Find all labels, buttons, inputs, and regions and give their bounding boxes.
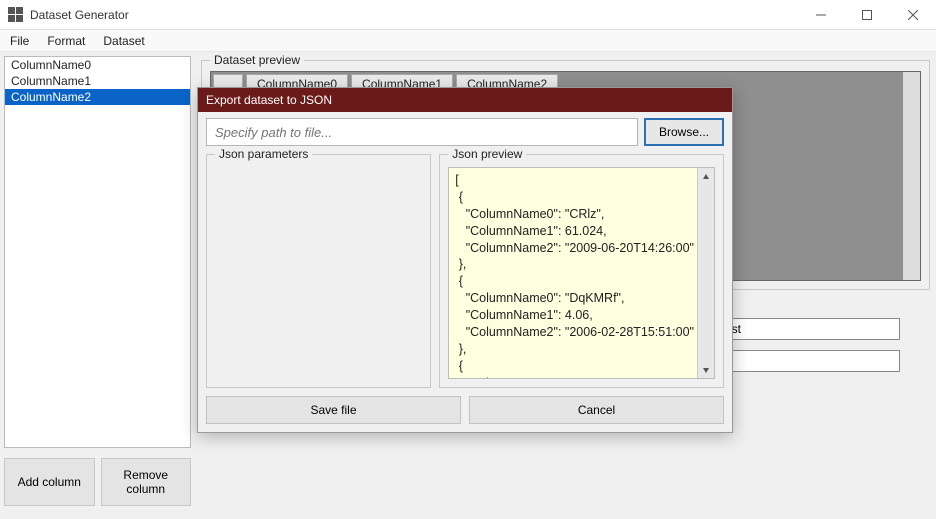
remove-column-button[interactable]: Remove column <box>101 458 192 506</box>
json-parameters-title: Json parameters <box>215 147 312 161</box>
property-field-2[interactable] <box>712 350 900 372</box>
dialog-title: Export dataset to JSON <box>198 88 732 112</box>
json-preview-scrollbar[interactable] <box>697 168 714 378</box>
column-list-item[interactable]: ColumnName2 <box>5 89 190 105</box>
left-panel: ColumnName0 ColumnName1 ColumnName2 Add … <box>0 52 195 519</box>
column-list-item[interactable]: ColumnName0 <box>5 57 190 73</box>
window-title: Dataset Generator <box>30 8 129 22</box>
app-icon <box>8 7 24 23</box>
json-preview-content: [ { "ColumnName0": "CRlz", "ColumnName1"… <box>455 173 694 379</box>
json-preview-text[interactable]: [ { "ColumnName0": "CRlz", "ColumnName1"… <box>448 167 715 379</box>
grid-scrollbar[interactable] <box>903 72 920 280</box>
close-button[interactable] <box>890 0 936 30</box>
scroll-down-icon[interactable] <box>698 361 714 378</box>
json-parameters-pane: Json parameters <box>206 154 431 388</box>
menu-file[interactable]: File <box>10 34 29 48</box>
cancel-button[interactable]: Cancel <box>469 396 724 424</box>
column-list[interactable]: ColumnName0 ColumnName1 ColumnName2 <box>4 56 191 448</box>
add-column-button[interactable]: Add column <box>4 458 95 506</box>
json-preview-pane: Json preview [ { "ColumnName0": "CRlz", … <box>439 154 724 388</box>
property-field-1[interactable] <box>712 318 900 340</box>
save-file-button[interactable]: Save file <box>206 396 461 424</box>
export-json-dialog: Export dataset to JSON Browse... Json pa… <box>197 87 733 433</box>
json-preview-title: Json preview <box>448 147 526 161</box>
menu-bar: File Format Dataset <box>0 30 936 52</box>
dataset-preview-title: Dataset preview <box>210 53 304 67</box>
browse-button[interactable]: Browse... <box>644 118 724 146</box>
menu-format[interactable]: Format <box>47 34 85 48</box>
scroll-up-icon[interactable] <box>698 168 714 185</box>
minimize-button[interactable] <box>798 0 844 30</box>
file-path-input[interactable] <box>206 118 638 146</box>
menu-dataset[interactable]: Dataset <box>103 34 144 48</box>
maximize-button[interactable] <box>844 0 890 30</box>
column-list-item[interactable]: ColumnName1 <box>5 73 190 89</box>
window-titlebar: Dataset Generator <box>0 0 936 30</box>
